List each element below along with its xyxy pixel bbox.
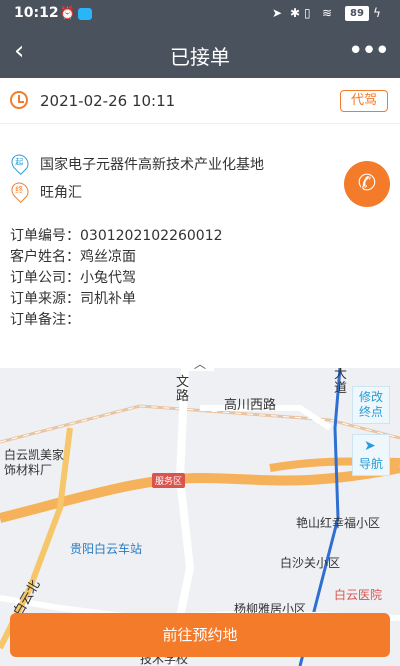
destination-address: 旺角汇 (40, 185, 82, 201)
map-label-station: 贵阳白云车站 (70, 542, 143, 556)
order-source: 订单来源：司机补单 (10, 291, 136, 307)
call-button[interactable]: ✆ (344, 161, 390, 207)
map-label-wen-road: 文 路 (176, 375, 190, 404)
alarm-icon: ⏰ (60, 6, 75, 20)
go-to-pickup-button[interactable]: 前往预约地 (10, 613, 390, 657)
order-datetime: 2021-02-26 10:11 (40, 92, 176, 110)
clock-icon (10, 91, 28, 109)
order-card: 2021-02-26 10:11 代驾 起 国家电子元器件高新技术产业化基地 终… (0, 78, 400, 368)
more-options-button[interactable]: ••• (348, 36, 390, 66)
status-time: 10:12 (14, 5, 59, 21)
bluetooth-icon: ✱ (290, 6, 301, 20)
service-type-badge: 代驾 (340, 90, 388, 112)
map-label-kaimei: 白云凯美家 饰材料厂 (4, 448, 65, 477)
end-marker-icon: 终 (7, 178, 33, 204)
map-label-hospital: 白云医院 (334, 588, 383, 602)
service-area-badge: 服务区 (152, 473, 186, 488)
navigation-arrow-icon: ➤ (364, 438, 376, 454)
map-label-gaochuan: 高川西路 (224, 398, 277, 413)
map-label-yanshan: 艳山红幸福小区 (296, 516, 381, 530)
divider (0, 123, 400, 124)
charging-icon: ϟ (373, 6, 381, 20)
location-icon: ➤ (272, 6, 283, 20)
app-notification-icon (78, 8, 92, 20)
start-marker-icon: 起 (7, 150, 33, 176)
railway-line (0, 404, 400, 444)
map-label-baisha: 白沙关小区 (280, 556, 341, 570)
wifi-icon: ≋ (322, 6, 333, 20)
vibrate-icon: ▯ (304, 6, 311, 20)
status-bar: 10:12 ⏰ ➤ ✱ ▯ ≋ 89 ϟ (0, 0, 400, 28)
page-title: 已接单 (170, 45, 230, 69)
pickup-address: 国家电子元器件高新技术产业化基地 (40, 157, 264, 173)
app-header: ‹ 已接单 ••• (0, 28, 400, 78)
modify-destination-button[interactable]: 修改 终点 (352, 386, 390, 424)
battery-indicator: 89 (345, 6, 369, 21)
order-number: 订单编号：0301202102260012 (10, 228, 223, 244)
nav-label: 导航 (358, 457, 383, 471)
order-company: 订单公司：小兔代驾 (10, 270, 136, 286)
customer-name: 客户姓名：鸡丝凉面 (10, 249, 136, 265)
map-label-avenue: 大 道 (334, 368, 348, 396)
order-remark: 订单备注： (10, 312, 80, 328)
